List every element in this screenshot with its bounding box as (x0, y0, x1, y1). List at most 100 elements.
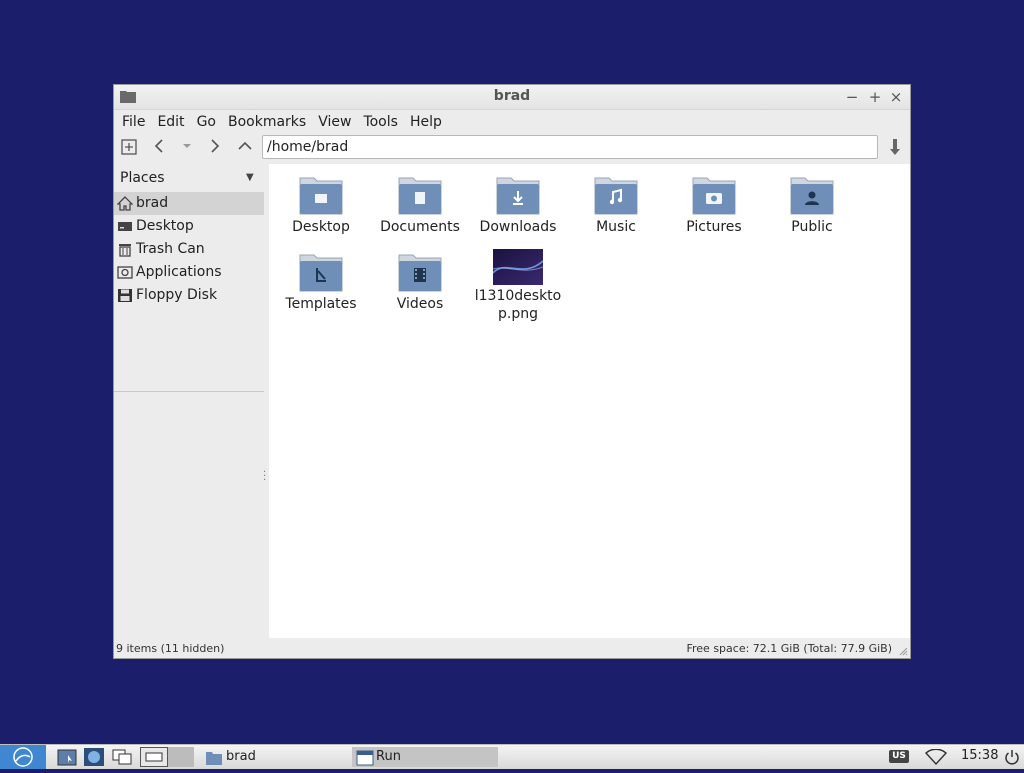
sidebar-item-label: Trash Can (136, 241, 205, 257)
menu-view[interactable]: View (312, 110, 357, 134)
new-tab-icon (121, 139, 137, 155)
folder-downloads-icon (496, 177, 540, 215)
menu-tools[interactable]: Tools (357, 110, 404, 134)
desktop-workspace-2[interactable] (168, 747, 194, 767)
lubuntu-logo-icon (13, 747, 33, 767)
file-item-music[interactable]: Music (571, 164, 661, 236)
taskbar-window-brad[interactable]: brad (202, 747, 348, 767)
caret-down-icon: ▼ (246, 172, 254, 183)
folder-pictures-icon (692, 177, 736, 215)
pane-splitter-handle[interactable]: · · · (263, 468, 266, 486)
sidebar-item-desktop[interactable]: Desktop (114, 215, 264, 238)
caret-down-icon (183, 144, 191, 148)
power-icon[interactable] (1003, 748, 1021, 766)
file-name: Music (596, 219, 636, 235)
sidebar-item-floppy-disk[interactable]: Floppy Disk (114, 284, 264, 307)
chevron-up-icon (238, 141, 252, 150)
history-dropdown-button[interactable] (176, 138, 198, 160)
sidebar-item-label: Floppy Disk (136, 287, 218, 303)
menu-edit[interactable]: Edit (151, 110, 190, 134)
file-name: Public (791, 219, 833, 235)
chevron-left-icon (154, 139, 163, 153)
file-item-documents[interactable]: Documents (375, 164, 465, 236)
sidebar-item-applications[interactable]: Applications (114, 261, 264, 284)
item-count-status: 9 items (11 hidden) (116, 642, 225, 655)
sidebar-item-label: brad (136, 195, 169, 211)
maximize-button[interactable]: + (865, 87, 885, 107)
workspace-icon (145, 752, 163, 762)
file-name: Templates (285, 296, 357, 312)
file-item-desktop[interactable]: Desktop (276, 164, 366, 236)
path-input[interactable]: /home/brad (262, 135, 878, 159)
desktop-workspace-1[interactable] (140, 747, 168, 767)
file-item-videos[interactable]: Videos (375, 241, 465, 313)
file-item-downloads[interactable]: Downloads (473, 164, 563, 236)
close-button[interactable]: × (886, 87, 906, 107)
sidebar-divider (114, 391, 264, 392)
file-item-image[interactable]: l1310desktop.png (473, 241, 563, 323)
desktop-icon (118, 222, 132, 231)
taskbar-window-run[interactable]: Run (352, 747, 498, 767)
browser-launcher[interactable] (83, 747, 105, 767)
file-item-public[interactable]: Public (767, 164, 857, 236)
file-item-pictures[interactable]: Pictures (669, 164, 759, 236)
clock[interactable]: 15:38 (961, 748, 998, 763)
folder-templates-icon (299, 254, 343, 292)
start-menu-button[interactable] (0, 745, 46, 769)
sidebar-item-label: Desktop (136, 218, 194, 234)
folder-documents-icon (398, 177, 442, 215)
file-item-templates[interactable]: Templates (276, 241, 366, 313)
window-switcher-launcher[interactable] (111, 747, 133, 767)
menu-bar: File Edit Go Bookmarks View Tools Help (114, 110, 910, 134)
wifi-icon[interactable] (925, 749, 947, 765)
browser-icon (84, 748, 104, 766)
toolbar: /home/brad (114, 134, 910, 164)
sidebar-item-label: Applications (136, 264, 222, 280)
file-name: Videos (396, 296, 444, 312)
menu-file[interactable]: File (116, 110, 151, 134)
file-name: Desktop (292, 219, 350, 235)
run-window-icon (356, 750, 374, 766)
sidebar: Places ▼ brad Desktop Trash Can Applicat… (114, 164, 266, 638)
applications-icon (117, 266, 133, 279)
status-bar: 9 items (11 hidden) Free space: 72.1 GiB… (114, 638, 910, 658)
sidebar-item-brad[interactable]: brad (114, 192, 264, 215)
folder-public-icon (790, 177, 834, 215)
places-header[interactable]: Places ▼ (114, 164, 265, 192)
free-space-status: Free space: 72.1 GiB (Total: 77.9 GiB) (686, 642, 892, 655)
file-manager-icon (57, 749, 77, 766)
menu-bookmarks[interactable]: Bookmarks (222, 110, 312, 134)
forward-button[interactable] (204, 138, 226, 160)
folder-desktop-icon (299, 177, 343, 215)
floppy-disk-icon (118, 289, 132, 302)
chevron-right-icon (211, 139, 220, 153)
file-name: Downloads (479, 219, 557, 235)
keyboard-layout-indicator[interactable]: US (889, 750, 909, 763)
folder-music-icon (594, 177, 638, 215)
minimize-button[interactable]: − (842, 87, 862, 107)
file-manager-launcher[interactable] (56, 747, 78, 767)
file-name: l1310desktop.png (474, 288, 562, 322)
home-icon (117, 196, 133, 211)
go-arrow-icon (890, 139, 900, 155)
places-label: Places (120, 170, 165, 186)
folder-icon (206, 752, 222, 765)
file-view[interactable]: Desktop Documents Downloads Music Pictur… (269, 164, 910, 638)
file-name: Documents (380, 219, 460, 235)
sidebar-item-trash-can[interactable]: Trash Can (114, 238, 264, 261)
new-tab-button[interactable] (118, 138, 140, 160)
go-button[interactable] (884, 138, 906, 160)
taskbar: brad Run US 15:38 (0, 744, 1024, 769)
back-button[interactable] (148, 138, 170, 160)
file-name: Pictures (686, 219, 742, 235)
up-button[interactable] (234, 138, 256, 160)
resize-grip-icon[interactable] (898, 646, 908, 656)
image-file-icon (493, 249, 543, 285)
folder-videos-icon (398, 254, 442, 292)
window-switcher-icon (112, 749, 132, 765)
taskbar-window-label: Run (376, 749, 401, 764)
menu-go[interactable]: Go (191, 110, 222, 134)
taskbar-window-label: brad (226, 749, 256, 764)
title-bar[interactable]: brad − + × (114, 85, 910, 110)
menu-help[interactable]: Help (404, 110, 448, 134)
